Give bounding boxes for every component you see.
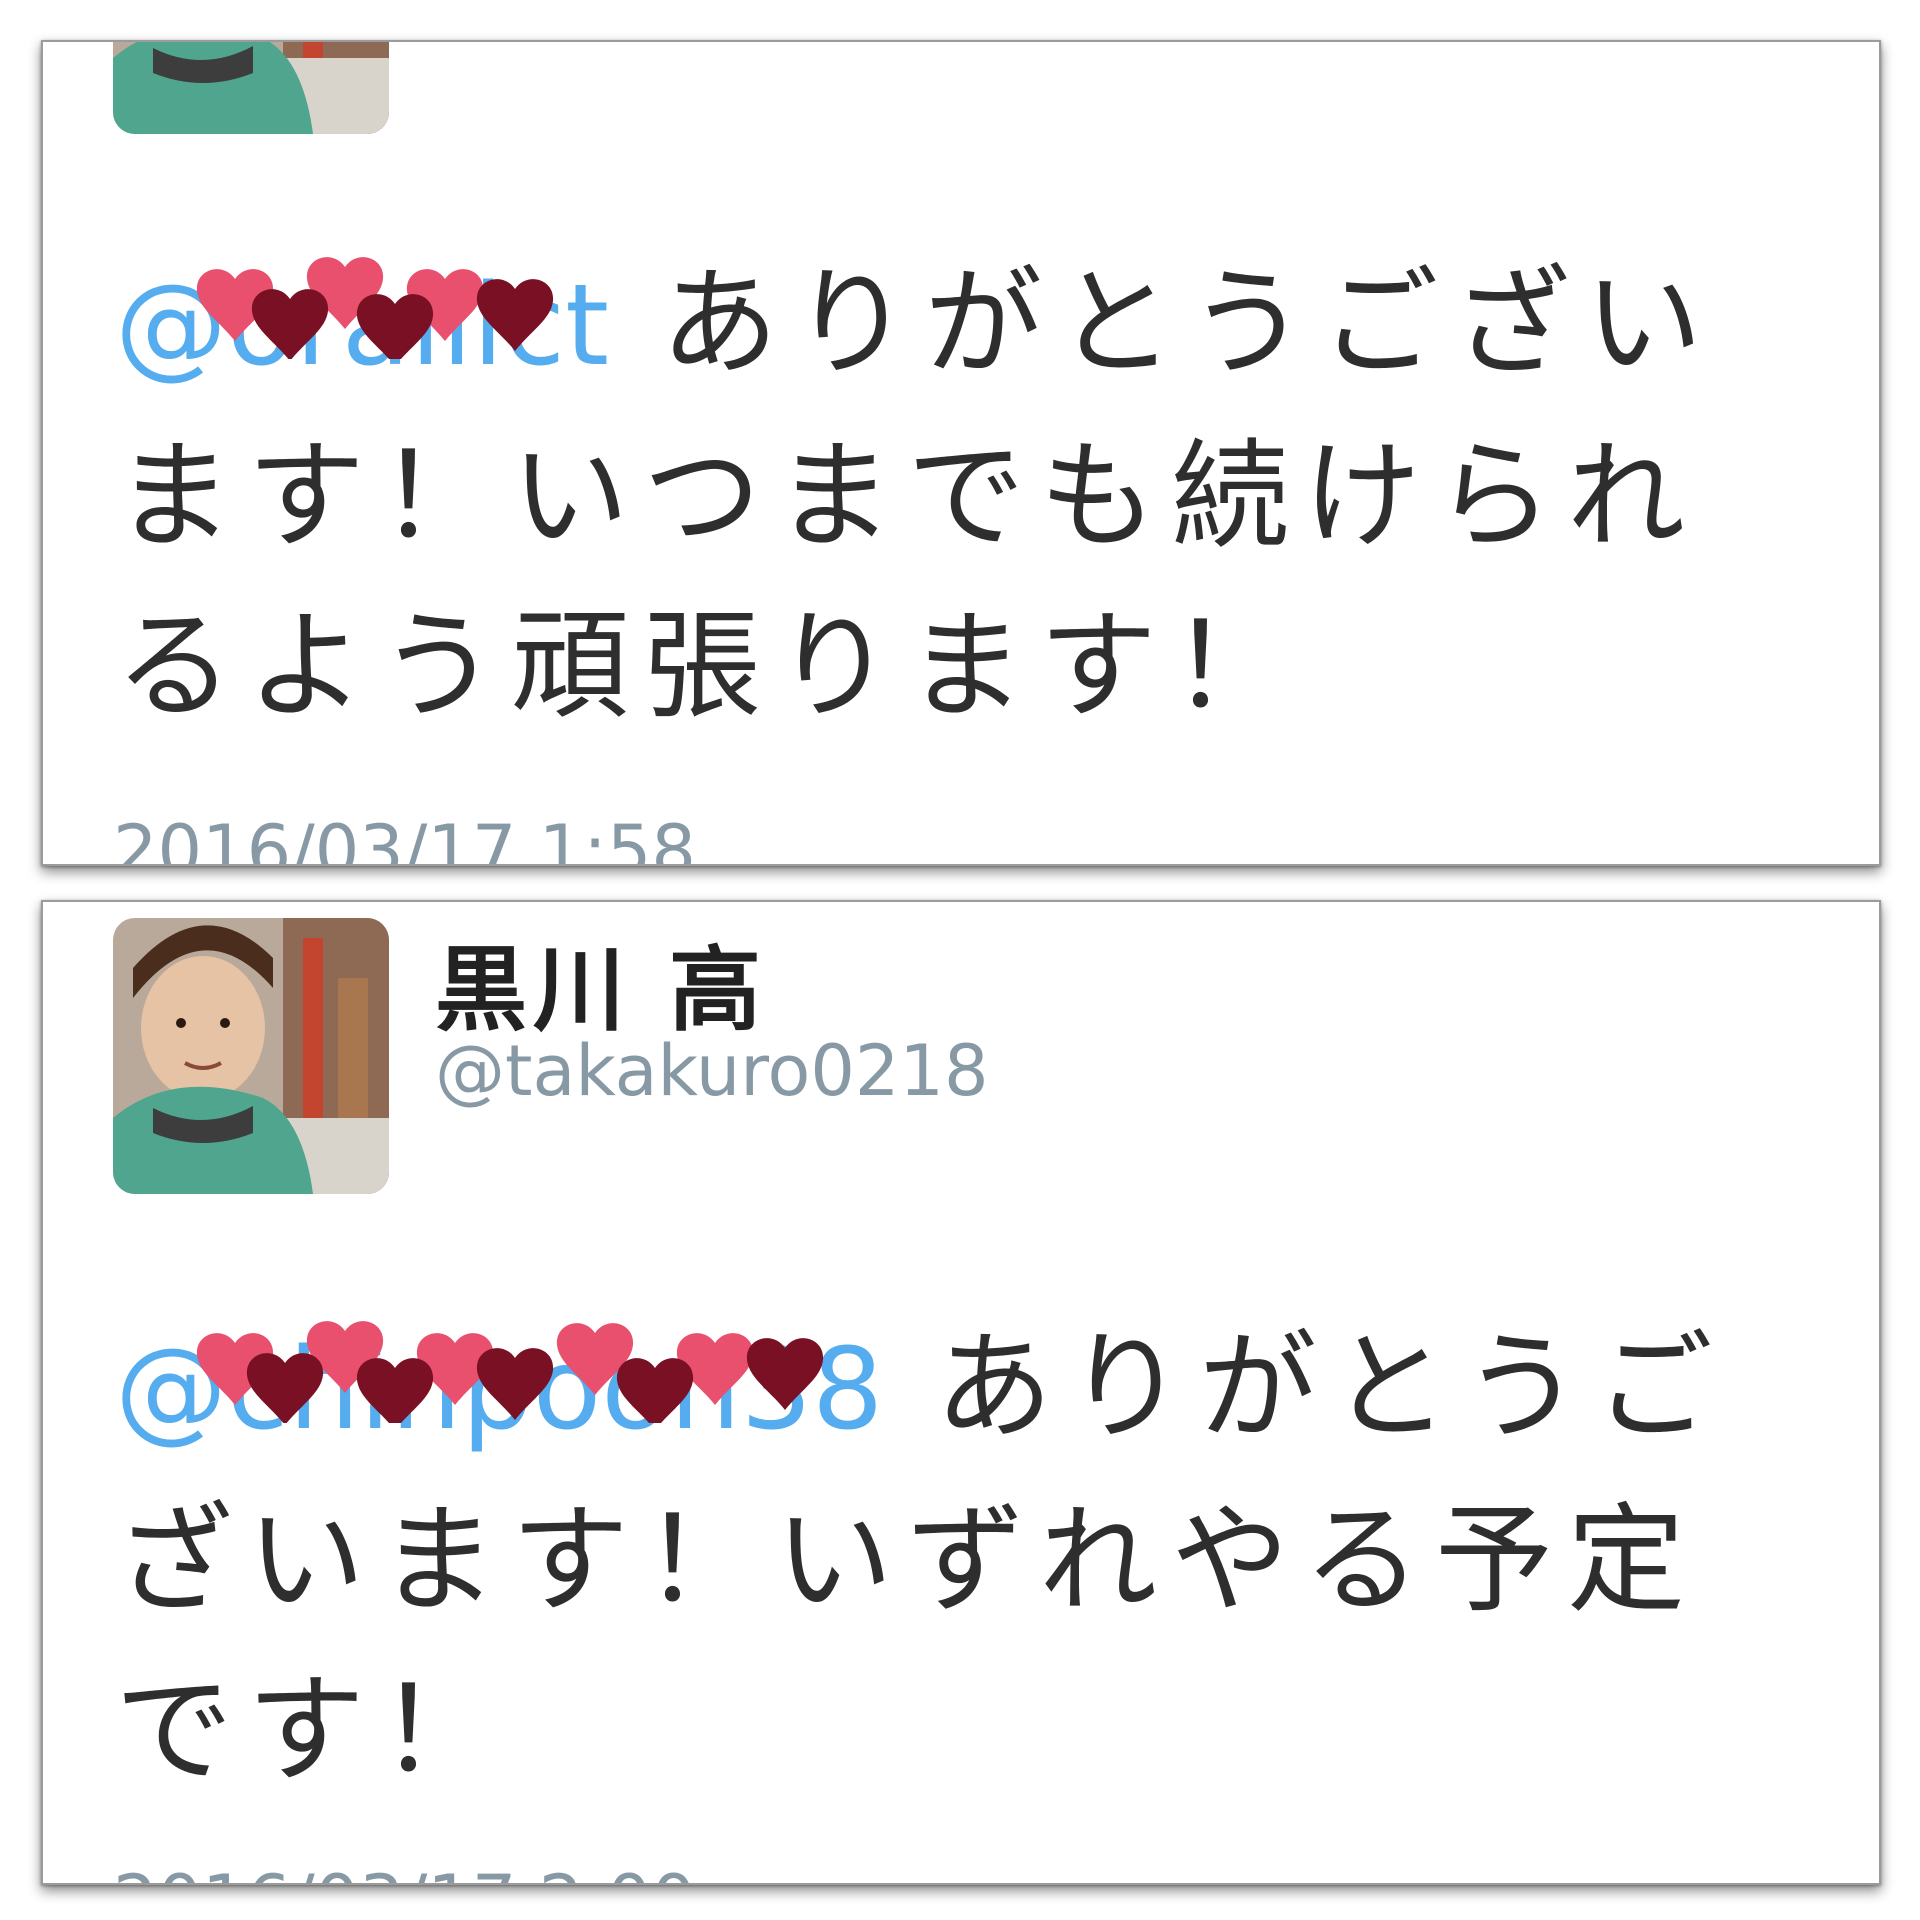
tweet-body: @oraliict ありがとうございます！いつまでも続けられるよう頑張ります！ (115, 238, 1815, 751)
tweet-timestamp[interactable]: 2016/03/17 1:58 (113, 810, 696, 864)
tweet-card-bottom: 黒川 高 @takakuro0218 @chinpooh38 ありがとうございま… (41, 900, 1881, 1885)
mention-link[interactable]: @oraliict (115, 241, 609, 411)
tweet-timestamp[interactable]: 2016/03/17 2:00 (113, 1860, 696, 1883)
tweet-body: @chinpooh38 ありがとうございます！いずれやる予定です！ (115, 1302, 1815, 1815)
user-handle[interactable]: @takakuro0218 (435, 1030, 989, 1112)
tweet-card-top: @oraliict ありがとうございます！いつまでも続けられるよう頑張ります！ … (41, 40, 1881, 866)
avatar[interactable] (113, 918, 389, 1194)
screenshot-collage: @oraliict ありがとうございます！いつまでも続けられるよう頑張ります！ … (0, 0, 1920, 1920)
avatar[interactable] (113, 42, 389, 134)
mention-link[interactable]: @chinpooh38 (115, 1305, 883, 1475)
profile-photo-icon (113, 918, 389, 1194)
profile-photo-icon (113, 42, 389, 134)
